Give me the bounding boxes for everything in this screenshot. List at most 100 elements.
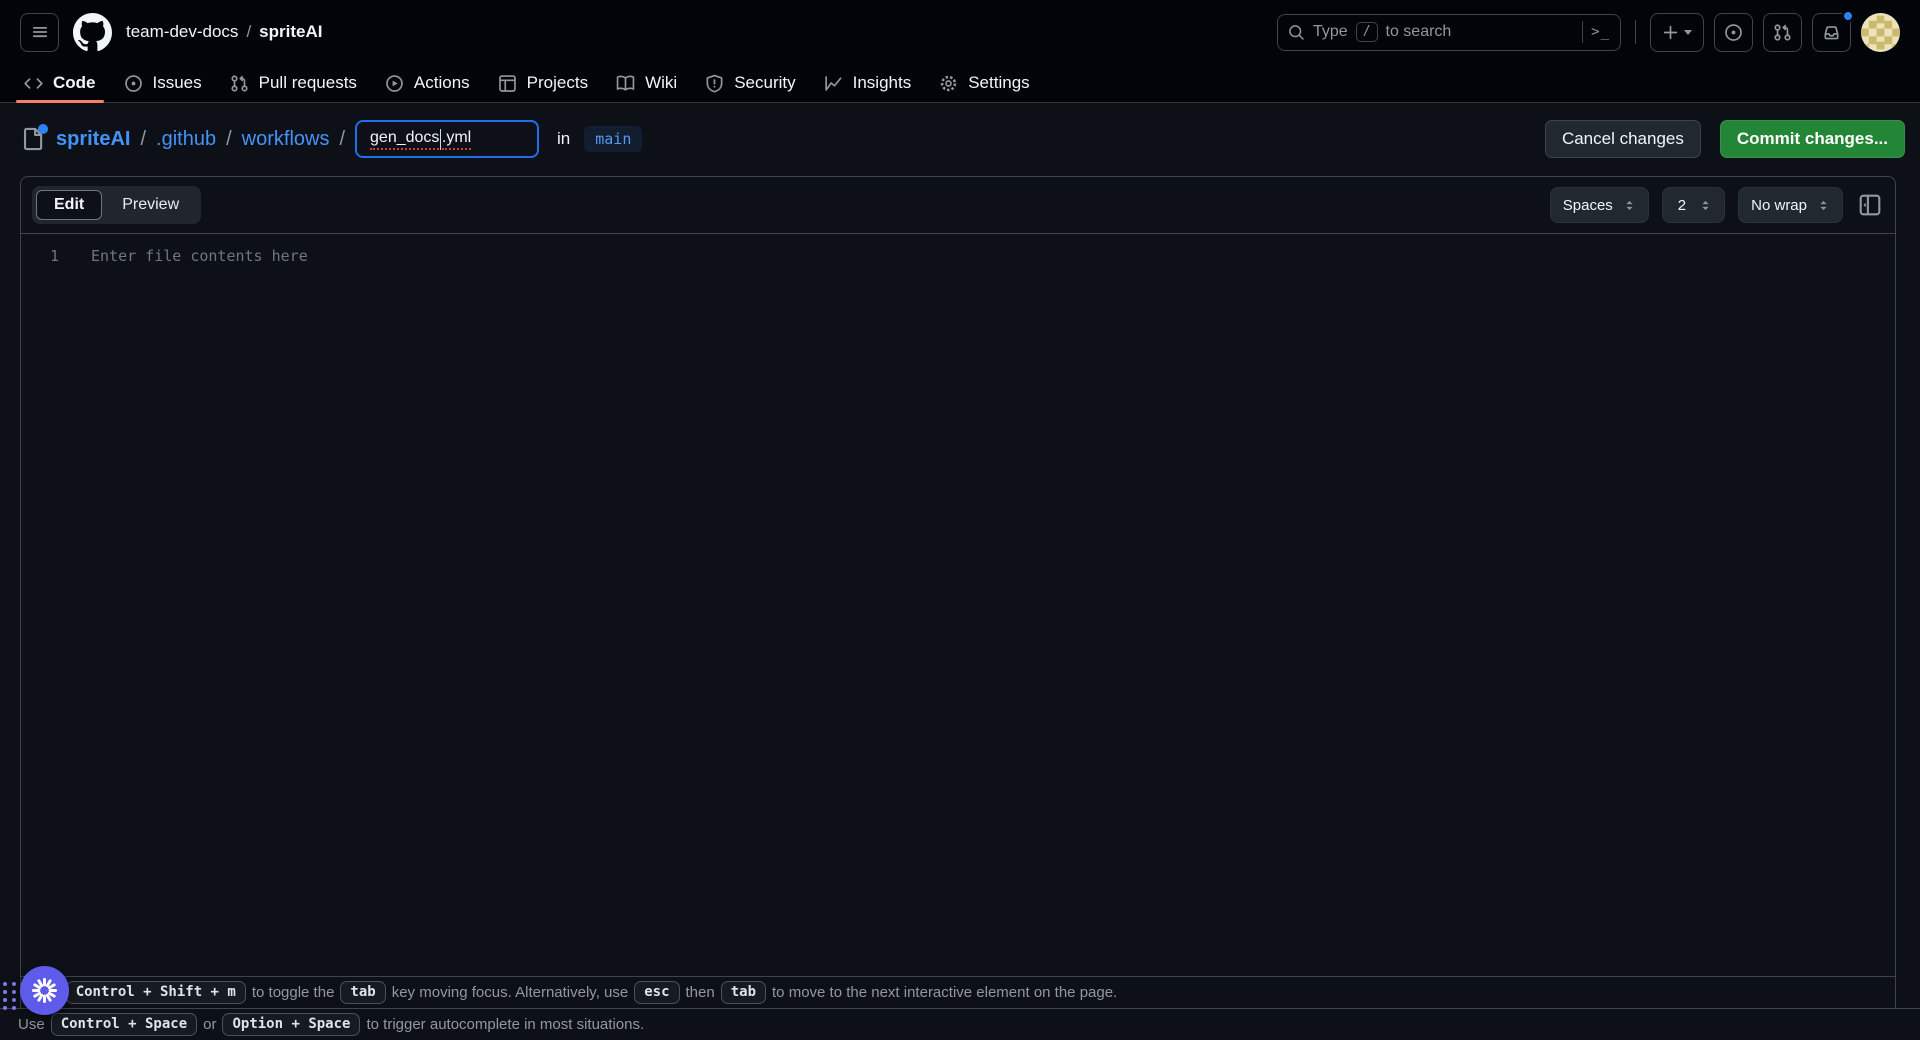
tab-label: Projects	[527, 73, 588, 93]
kbd-option-space: Option + Space	[222, 1013, 360, 1036]
avatar[interactable]	[1861, 13, 1900, 52]
assistant-drag-handle[interactable]	[3, 982, 17, 1010]
tab-label: Security	[734, 73, 795, 93]
code-line: 1 Enter file contents here	[21, 244, 1895, 268]
hint-text: or	[203, 1016, 216, 1033]
book-icon	[616, 74, 635, 93]
hint-text: to move to the next interactive element …	[772, 984, 1117, 1001]
kbd-control-shift-m: Control + Shift + m	[66, 981, 246, 1004]
filename-text-after-caret: .yml	[442, 129, 471, 150]
code-editor[interactable]: 1 Enter file contents here	[21, 234, 1895, 976]
tab-label: Issues	[153, 73, 202, 93]
path-repo-link[interactable]: spriteAI	[56, 128, 130, 151]
indent-size-select[interactable]: 2	[1662, 187, 1725, 223]
path-segment-github[interactable]: .github	[156, 128, 216, 151]
file-path-breadcrumb: spriteAI / .github / workflows / gen_doc…	[20, 120, 642, 158]
filename-text-before-caret: gen_docs	[370, 129, 439, 150]
updown-caret-icon	[1623, 199, 1636, 212]
table-icon	[498, 74, 517, 93]
kbd-tab: tab	[340, 981, 385, 1004]
indent-size-value: 2	[1675, 197, 1689, 214]
app-header: team-dev-docs / spriteAI Type / to searc…	[0, 0, 1920, 64]
create-new-button[interactable]	[1650, 13, 1704, 52]
unsaved-changes-dot	[38, 124, 48, 134]
chevron-down-icon	[1684, 30, 1692, 35]
issue-opened-icon	[124, 74, 143, 93]
path-separator: /	[140, 128, 146, 151]
tab-label: Settings	[968, 73, 1029, 93]
path-segment-workflows[interactable]: workflows	[242, 128, 330, 151]
filename-input[interactable]: gen_docs .yml	[355, 120, 539, 158]
hint-text: to trigger autocomplete in most situatio…	[366, 1016, 644, 1033]
path-separator: /	[226, 128, 232, 151]
header-divider	[1635, 20, 1636, 44]
side-panel-toggle-button[interactable]	[1856, 191, 1884, 219]
main-content: spriteAI / .github / workflows / gen_doc…	[0, 120, 1920, 1040]
graph-icon	[824, 74, 843, 93]
cancel-changes-button[interactable]: Cancel changes	[1545, 120, 1701, 158]
autocomplete-hint-row: Use Control + Space or Option + Space to…	[0, 1008, 1920, 1040]
tab-insights[interactable]: Insights	[814, 64, 922, 102]
accessibility-hint-row: Use Control + Shift + m to toggle the ta…	[21, 976, 1895, 1008]
branch-badge[interactable]: main	[584, 126, 642, 152]
global-nav-menu-button[interactable]	[20, 13, 59, 52]
updown-caret-icon	[1817, 199, 1830, 212]
github-logo-icon[interactable]	[73, 13, 112, 52]
command-palette-icon[interactable]: >_	[1591, 24, 1610, 40]
search-divider	[1582, 21, 1583, 43]
hint-text: key moving focus. Alternatively, use	[392, 984, 629, 1001]
editor-settings: Spaces 2 No wrap	[1550, 187, 1884, 223]
repo-nav: Code Issues Pull requests Actions Projec…	[0, 64, 1920, 103]
breadcrumb-separator: /	[246, 22, 251, 42]
tab-actions[interactable]: Actions	[375, 64, 480, 102]
tab-label: Wiki	[645, 73, 677, 93]
identicon	[1861, 13, 1900, 52]
slash-key-hint: /	[1356, 22, 1378, 42]
kbd-esc: esc	[634, 981, 679, 1004]
kbd-tab: tab	[721, 981, 766, 1004]
kbd-control-space: Control + Space	[51, 1013, 197, 1036]
line-number: 1	[41, 244, 59, 268]
tab-issues[interactable]: Issues	[114, 64, 212, 102]
play-icon	[385, 74, 404, 93]
breadcrumb-owner-link[interactable]: team-dev-docs	[126, 22, 238, 42]
code-icon	[24, 74, 43, 93]
tab-projects[interactable]: Projects	[488, 64, 598, 102]
editor-panel: Edit Preview Spaces 2 No wrap	[20, 176, 1896, 1008]
tab-code[interactable]: Code	[14, 64, 106, 102]
tab-security[interactable]: Security	[695, 64, 805, 102]
edit-preview-switcher: Edit Preview	[32, 186, 201, 224]
tab-label: Code	[53, 73, 96, 93]
tab-pull-requests[interactable]: Pull requests	[220, 64, 367, 102]
inbox-button[interactable]	[1812, 13, 1851, 52]
shield-icon	[705, 74, 724, 93]
file-icon	[20, 126, 46, 152]
tab-label: Pull requests	[259, 73, 357, 93]
breadcrumb-repo-link[interactable]: spriteAI	[259, 22, 322, 42]
editor-toolbar: Edit Preview Spaces 2 No wrap	[21, 177, 1895, 234]
hint-text: then	[686, 984, 715, 1001]
search-icon	[1288, 24, 1305, 41]
issues-dashboard-button[interactable]	[1714, 13, 1753, 52]
commit-changes-button[interactable]: Commit changes...	[1720, 120, 1905, 158]
assistant-fab-button[interactable]	[20, 966, 69, 1015]
tab-label: Actions	[414, 73, 470, 93]
tab-wiki[interactable]: Wiki	[606, 64, 687, 102]
tab-preview[interactable]: Preview	[104, 190, 197, 220]
pull-requests-dashboard-button[interactable]	[1763, 13, 1802, 52]
in-label: in	[557, 129, 570, 149]
inbox-icon	[1822, 23, 1841, 42]
tab-label: Insights	[853, 73, 912, 93]
notification-dot	[1842, 10, 1854, 22]
search-input[interactable]: Type / to search >_	[1277, 14, 1621, 51]
side-panel-icon	[1858, 193, 1882, 217]
tab-edit[interactable]: Edit	[36, 190, 102, 220]
file-header-row: spriteAI / .github / workflows / gen_doc…	[20, 120, 1905, 158]
indent-mode-select[interactable]: Spaces	[1550, 187, 1649, 223]
wrap-mode-select[interactable]: No wrap	[1738, 187, 1843, 223]
commit-actions: Cancel changes Commit changes...	[1545, 120, 1905, 158]
git-pull-request-icon	[230, 74, 249, 93]
tab-settings[interactable]: Settings	[929, 64, 1039, 102]
search-placeholder-suffix: to search	[1386, 23, 1452, 41]
issue-opened-icon	[1724, 23, 1743, 42]
